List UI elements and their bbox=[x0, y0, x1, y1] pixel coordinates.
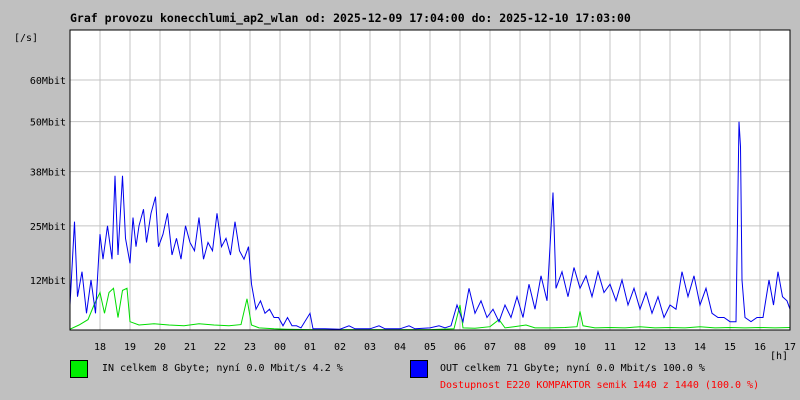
x-tick-label: 03 bbox=[364, 342, 376, 353]
x-tick-label: 07 bbox=[484, 342, 496, 353]
availability-text: Dostupnost E220 KOMPAKTOR semik 1440 z 1… bbox=[440, 380, 760, 391]
x-tick-label: 19 bbox=[124, 342, 136, 353]
x-tick-label: 01 bbox=[304, 342, 316, 353]
x-tick-label: 15 bbox=[724, 342, 736, 353]
y-tick-label: 25Mbit bbox=[30, 222, 66, 233]
x-tick-label: 08 bbox=[514, 342, 526, 353]
x-tick-label: 02 bbox=[334, 342, 346, 353]
x-tick-label: 05 bbox=[424, 342, 436, 353]
x-tick-label: 14 bbox=[694, 342, 706, 353]
x-tick-label: 22 bbox=[214, 342, 226, 353]
x-tick-label: 04 bbox=[394, 342, 406, 353]
x-tick-label: 11 bbox=[604, 342, 616, 353]
y-tick-label: 38Mbit bbox=[30, 168, 66, 179]
chart-window: Graf provozu konecchlumi_ap2_wlan od: 20… bbox=[0, 0, 800, 400]
y-tick-label: 12Mbit bbox=[30, 276, 66, 287]
x-tick-label: 06 bbox=[454, 342, 466, 353]
x-tick-label: 10 bbox=[574, 342, 586, 353]
y-axis-label: [/s] bbox=[14, 33, 38, 44]
x-tick-label: 18 bbox=[94, 342, 106, 353]
in-legend-swatch bbox=[70, 360, 88, 378]
y-tick-label: 50Mbit bbox=[30, 118, 66, 129]
x-tick-label: 16 bbox=[754, 342, 766, 353]
traffic-chart: 12Mbit 25Mbit 38Mbit 50Mbit 60Mbit 18 19 20 21 22… bbox=[14, 29, 796, 362]
x-tick-label: 13 bbox=[664, 342, 676, 353]
out-legend-text: OUT celkem 71 Gbyte; nyní 0.0 Mbit/s 100… bbox=[440, 363, 705, 374]
x-tick-label: 21 bbox=[184, 342, 196, 353]
x-tick-label: 09 bbox=[544, 342, 556, 353]
x-tick-label: 23 bbox=[244, 342, 256, 353]
x-tick-label: 00 bbox=[274, 342, 286, 353]
x-tick-label: 12 bbox=[634, 342, 646, 353]
x-axis-label: [h] bbox=[770, 351, 788, 362]
x-tick-label: 20 bbox=[154, 342, 166, 353]
out-legend-swatch bbox=[410, 360, 428, 378]
y-tick-label: 60Mbit bbox=[30, 76, 66, 87]
in-legend-text: IN celkem 8 Gbyte; nyní 0.0 Mbit/s 4.2 % bbox=[102, 363, 343, 374]
